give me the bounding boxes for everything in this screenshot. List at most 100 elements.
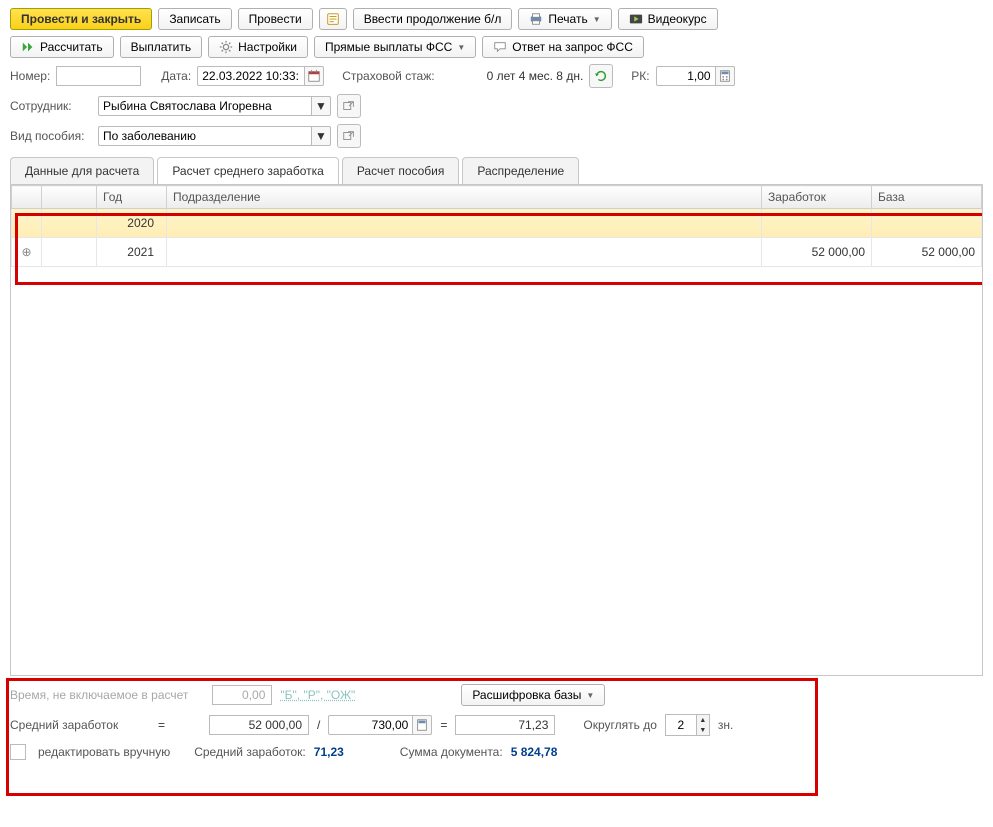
kind-label: Вид пособия:	[10, 129, 92, 143]
tab-benefit-calc[interactable]: Расчет пособия	[342, 157, 460, 185]
continuation-button[interactable]: Ввести продолжение б/л	[353, 8, 513, 30]
equals-2: =	[440, 718, 447, 732]
round-value[interactable]	[666, 715, 696, 735]
tabs: Данные для расчета Расчет среднего зараб…	[10, 156, 983, 185]
col-earn: Заработок	[762, 186, 872, 209]
external-icon	[342, 99, 356, 113]
settings-button[interactable]: Настройки	[208, 36, 308, 58]
note-icon	[326, 12, 340, 26]
date-label: Дата:	[161, 69, 191, 83]
calculator-icon	[718, 69, 732, 83]
round-up[interactable]: ▲	[697, 715, 709, 725]
grid-row[interactable]: ⊕ 2021 52 000,00 52 000,00	[12, 238, 982, 267]
video-button[interactable]: Видеокурс	[618, 8, 718, 30]
exclude-time-label: Время, не включаемое в расчет	[10, 688, 188, 702]
exclude-time-value: 0,00	[212, 685, 272, 705]
avg-earn-row: Средний заработок = 52 000,00 / = 71,23 …	[10, 714, 983, 736]
gear-icon	[219, 40, 233, 54]
insurance-period-value: 0 лет 4 мес. 8 дн.	[487, 69, 584, 83]
video-icon	[629, 12, 643, 26]
tab-avg-earnings[interactable]: Расчет среднего заработка	[157, 157, 339, 185]
kind-field[interactable]	[98, 126, 312, 146]
post-and-close-button[interactable]: Провести и закрыть	[10, 8, 152, 30]
tab-calc-data[interactable]: Данные для расчета	[10, 157, 154, 185]
round-unit: зн.	[718, 718, 733, 732]
pay-button[interactable]: Выплатить	[120, 36, 203, 58]
print-button[interactable]: Печать ▼	[518, 8, 611, 30]
employee-field[interactable]	[98, 96, 312, 116]
footer-area: Время, не включаемое в расчет 0,00 "Б", …	[10, 684, 983, 760]
equals-1: =	[158, 718, 165, 732]
divider: /	[317, 718, 320, 732]
tab-distribution[interactable]: Распределение	[462, 157, 579, 185]
exclude-time-row: Время, не включаемое в расчет 0,00 "Б", …	[10, 684, 983, 706]
calculator-icon	[415, 718, 429, 732]
rk-field[interactable]	[656, 66, 716, 86]
fss-direct-button[interactable]: Прямые выплаты ФСС▼	[314, 36, 476, 58]
avg-earn-sum: 52 000,00	[209, 715, 309, 735]
caret-down-icon: ▼	[315, 99, 327, 113]
round-label: Округлять до	[583, 718, 657, 732]
refresh-period-button[interactable]	[589, 64, 613, 88]
col-base: База	[872, 186, 982, 209]
decode-base-button[interactable]: Расшифровка базы▼	[461, 684, 605, 706]
attach-button[interactable]	[319, 8, 347, 30]
expand-icon[interactable]: ⊕	[21, 245, 31, 259]
grid-row[interactable]: 2020	[12, 209, 982, 238]
grid-header-row: Год Подразделение Заработок База	[12, 186, 982, 209]
calendar-icon-button[interactable]	[305, 66, 324, 86]
save-button[interactable]: Записать	[158, 8, 231, 30]
refresh-icon	[594, 69, 608, 83]
calculate-button[interactable]: Рассчитать	[10, 36, 114, 58]
round-stepper[interactable]: ▲ ▼	[665, 714, 710, 736]
fss-answer-button[interactable]: Ответ на запрос ФСС	[482, 36, 644, 58]
calendar-icon	[307, 69, 321, 83]
number-label: Номер:	[10, 69, 50, 83]
printer-icon	[529, 12, 543, 26]
doc-sum-value: 5 824,78	[511, 745, 558, 759]
round-down[interactable]: ▼	[697, 725, 709, 735]
avg-earn2-label: Средний заработок:	[194, 745, 306, 759]
header-row-1: Номер: Дата: Страховой стаж: 0 лет 4 мес…	[10, 64, 983, 88]
employee-dropdown-button[interactable]: ▼	[312, 96, 331, 116]
number-field[interactable]	[56, 66, 141, 86]
kind-field-group[interactable]: ▼	[98, 126, 331, 146]
avg-earn2-value: 71,23	[314, 745, 344, 759]
col-dept: Подразделение	[167, 186, 762, 209]
toolbar-row-2: Рассчитать Выплатить Настройки Прямые вы…	[10, 36, 983, 58]
kind-dropdown-button[interactable]: ▼	[312, 126, 331, 146]
external-icon	[342, 129, 356, 143]
days-calc-button[interactable]	[413, 715, 432, 735]
avg-earnings-grid[interactable]: Год Подразделение Заработок База 2020 ⊕ …	[10, 184, 983, 676]
toolbar-row-1: Провести и закрыть Записать Провести Вве…	[10, 8, 983, 30]
caret-down-icon: ▼	[586, 691, 594, 700]
play-forward-icon	[21, 40, 35, 54]
date-field-group[interactable]	[197, 66, 324, 86]
rk-field-group[interactable]	[656, 66, 735, 86]
speech-icon	[493, 40, 507, 54]
codes-link[interactable]: "Б", "Р", "ОЖ"	[280, 688, 355, 702]
manual-edit-label: редактировать вручную	[38, 745, 170, 759]
post-button[interactable]: Провести	[238, 8, 313, 30]
caret-down-icon: ▼	[593, 15, 601, 24]
header-row-employee: Сотрудник: ▼	[10, 94, 983, 118]
bottom-summary-row: редактировать вручную Средний заработок:…	[10, 744, 983, 760]
date-field[interactable]	[197, 66, 305, 86]
avg-result: 71,23	[455, 715, 555, 735]
days-field[interactable]	[328, 715, 413, 735]
rk-calc-icon-button[interactable]	[716, 66, 735, 86]
rk-label: РК:	[631, 69, 649, 83]
insurance-period-label: Страховой стаж:	[342, 69, 434, 83]
caret-down-icon: ▼	[457, 43, 465, 52]
header-row-kind: Вид пособия: ▼	[10, 124, 983, 148]
avg-earn-label: Средний заработок	[10, 718, 150, 732]
col-year: Год	[97, 186, 167, 209]
doc-sum-label: Сумма документа:	[400, 745, 503, 759]
days-field-group[interactable]	[328, 715, 432, 735]
caret-down-icon: ▼	[315, 129, 327, 143]
employee-open-button[interactable]	[337, 94, 361, 118]
employee-label: Сотрудник:	[10, 99, 92, 113]
manual-edit-checkbox[interactable]	[10, 744, 26, 760]
employee-field-group[interactable]: ▼	[98, 96, 331, 116]
kind-open-button[interactable]	[337, 124, 361, 148]
